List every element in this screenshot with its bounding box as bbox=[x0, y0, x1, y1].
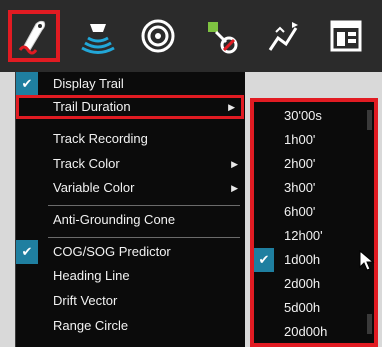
menu-item-cog-sog-predictor[interactable]: ✔ COG/SOG Predictor bbox=[16, 240, 244, 264]
menu-item-label: Drift Vector bbox=[53, 293, 118, 308]
menu-item-label: Track Recording bbox=[53, 131, 148, 146]
menu-item-heading-line[interactable]: Heading Line bbox=[16, 264, 244, 288]
check-icon: ✔ bbox=[16, 240, 38, 264]
sonar-tool-button[interactable] bbox=[72, 10, 124, 62]
duration-option[interactable]: 1h00' bbox=[254, 128, 374, 152]
radar-icon bbox=[141, 19, 175, 53]
duration-option-label: 1h00' bbox=[284, 132, 316, 147]
duration-option[interactable]: 30'00s bbox=[254, 104, 374, 128]
duration-option[interactable]: 6h00' bbox=[254, 200, 374, 224]
menu-item-display-trail[interactable]: ✔ Display Trail bbox=[16, 72, 244, 96]
chevron-right-icon: ▶ bbox=[231, 183, 238, 193]
route-tool-button[interactable] bbox=[196, 10, 248, 62]
menu-item-trail-duration[interactable]: Trail Duration ▶ bbox=[16, 95, 244, 119]
duration-option-label: 20d00h bbox=[284, 324, 328, 339]
scroll-handle-top[interactable] bbox=[367, 110, 372, 130]
radar-tool-button[interactable] bbox=[132, 10, 184, 62]
route-plan-icon bbox=[268, 22, 298, 51]
duration-option[interactable]: 5d00h bbox=[254, 296, 374, 320]
boat-trail-icon bbox=[18, 20, 46, 55]
menu-separator bbox=[48, 205, 240, 206]
duration-option-label: 30'00s bbox=[284, 108, 322, 123]
scroll-handle-bottom[interactable] bbox=[367, 314, 372, 334]
menu-item-range-circle[interactable]: Range Circle bbox=[16, 314, 244, 338]
menu-item-anti-grounding-cone[interactable]: Anti-Grounding Cone bbox=[16, 208, 244, 232]
duration-option[interactable]: 12h00' bbox=[254, 224, 374, 248]
menu-separator bbox=[48, 237, 240, 238]
duration-option-label: 12h00' bbox=[284, 228, 323, 243]
duration-option-label: 3h00' bbox=[284, 180, 316, 195]
duration-option-selected[interactable]: ✔ 1d00h bbox=[254, 248, 374, 272]
route-plan-tool-button[interactable] bbox=[258, 10, 310, 62]
chevron-right-icon: ▶ bbox=[231, 159, 238, 169]
menu-item-drift-vector[interactable]: Drift Vector bbox=[16, 289, 244, 313]
menu-item-label: Trail Duration bbox=[53, 99, 131, 114]
duration-option[interactable]: 2d00h bbox=[254, 272, 374, 296]
duration-option-label: 2d00h bbox=[284, 276, 321, 291]
chevron-right-icon: ▶ bbox=[228, 102, 235, 112]
panel-settings-icon bbox=[330, 20, 362, 52]
menu-item-label: Display Trail bbox=[53, 76, 124, 91]
check-icon: ✔ bbox=[16, 72, 38, 96]
panel-tool-button[interactable] bbox=[320, 10, 372, 62]
menu-item-label: Track Color bbox=[53, 156, 120, 171]
menu-item-variable-color[interactable]: Variable Color ▶ bbox=[16, 176, 244, 200]
menu-item-label: COG/SOG Predictor bbox=[53, 244, 171, 259]
duration-option-label: 5d00h bbox=[284, 300, 321, 315]
menu-item-track-recording[interactable]: Track Recording bbox=[16, 127, 244, 151]
mouse-cursor-icon bbox=[359, 250, 375, 271]
duration-option[interactable]: 20d00h bbox=[254, 320, 374, 344]
duration-option-label: 2h00' bbox=[284, 156, 316, 171]
menu-item-label: Heading Line bbox=[53, 268, 130, 283]
menu-item-label: Range Circle bbox=[53, 318, 129, 333]
sonar-icon bbox=[81, 24, 115, 54]
duration-option-label: 6h00' bbox=[284, 204, 316, 219]
menu-item-label: Variable Color bbox=[53, 180, 135, 195]
duration-option[interactable]: 2h00' bbox=[254, 152, 374, 176]
trail-menu: ✔ Display Trail Trail Duration ▶ Track R… bbox=[15, 72, 245, 347]
app-window: ✔ Display Trail Trail Duration ▶ Track R… bbox=[0, 0, 382, 347]
check-icon: ✔ bbox=[254, 248, 274, 272]
duration-option[interactable]: 3h00' bbox=[254, 176, 374, 200]
trail-tool-button[interactable] bbox=[8, 10, 60, 62]
duration-option-label: 1d00h bbox=[284, 252, 321, 267]
route-waypoint-icon bbox=[208, 22, 238, 54]
menu-item-track-color[interactable]: Track Color ▶ bbox=[16, 152, 244, 176]
menu-item-label: Anti-Grounding Cone bbox=[53, 212, 176, 227]
toolbar bbox=[0, 0, 382, 72]
trail-duration-submenu: 30'00s 1h00' 2h00' 3h00' 6h00' 12h00' ✔ … bbox=[250, 98, 378, 347]
